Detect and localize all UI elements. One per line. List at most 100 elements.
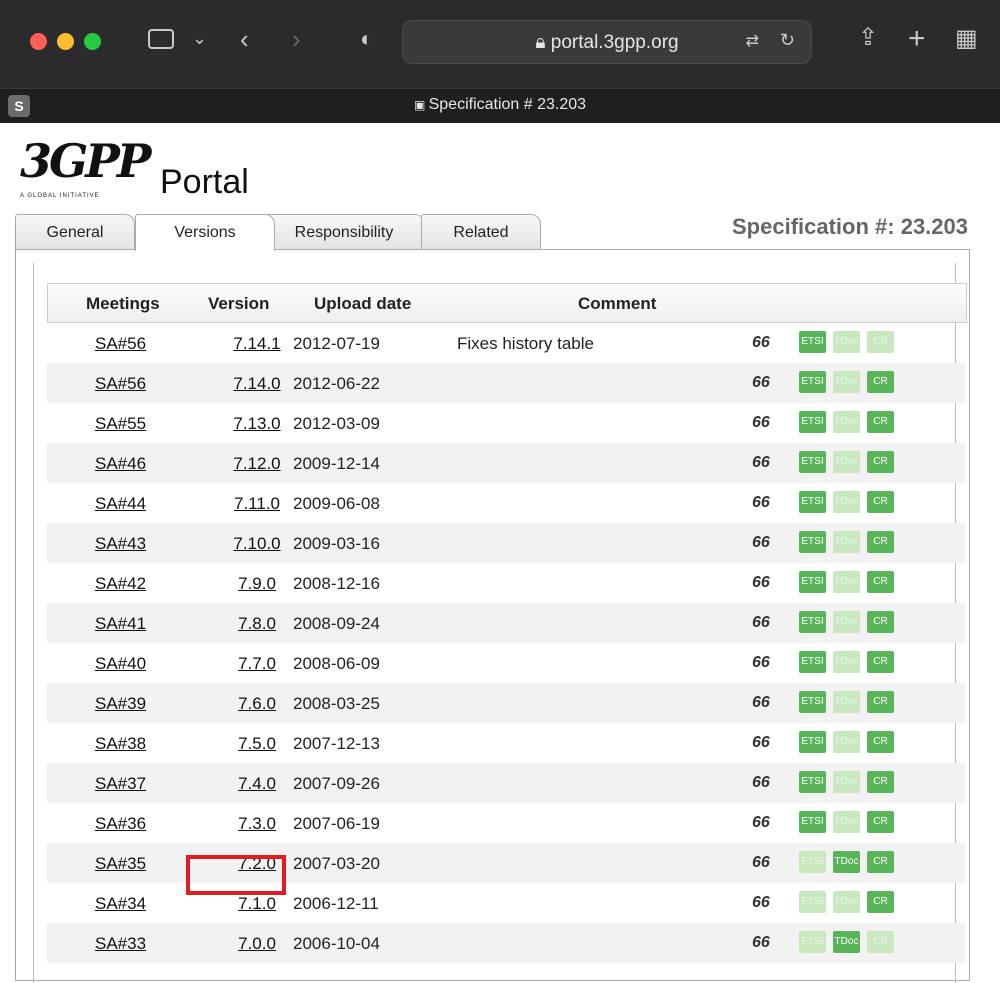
etsi-badge[interactable]: ETSI — [799, 451, 826, 473]
share-icon[interactable]: ⇪ — [858, 26, 878, 50]
version-link[interactable]: 7.6.0 — [217, 694, 297, 714]
glasses-icon[interactable]: 66 — [752, 374, 770, 392]
cr-badge[interactable]: CR — [867, 851, 894, 873]
version-link[interactable]: 7.9.0 — [217, 574, 297, 594]
glasses-icon[interactable]: 66 — [752, 854, 770, 872]
version-link[interactable]: 7.13.0 — [217, 414, 297, 434]
tab-versions[interactable]: Versions — [135, 214, 275, 251]
version-link[interactable]: 7.5.0 — [217, 734, 297, 754]
version-link[interactable]: 7.14.1 — [217, 334, 297, 354]
table-row: SA#42 7.9.0 2008-12-16 66 ETSI TDoc CR — [47, 563, 965, 603]
glasses-icon[interactable]: 66 — [752, 814, 770, 832]
shield-icon[interactable]: ◐ — [360, 28, 373, 50]
chevron-down-icon[interactable]: ⌄ — [192, 29, 207, 47]
meeting-link[interactable]: SA#44 — [95, 494, 146, 514]
new-tab-icon[interactable]: + — [908, 24, 926, 54]
active-tab[interactable]: ▣ Specification # 23.203 — [0, 96, 1000, 114]
glasses-icon[interactable]: 66 — [752, 534, 770, 552]
version-link[interactable]: 7.0.0 — [217, 934, 297, 954]
forward-icon[interactable]: › — [292, 26, 301, 52]
tab-overview-icon[interactable]: ▦ — [955, 27, 978, 51]
glasses-icon[interactable]: 66 — [752, 694, 770, 712]
meeting-link[interactable]: SA#36 — [95, 814, 146, 834]
meeting-link[interactable]: SA#39 — [95, 694, 146, 714]
tab-general[interactable]: General — [15, 214, 135, 249]
meeting-link[interactable]: SA#37 — [95, 774, 146, 794]
cr-badge[interactable]: CR — [867, 811, 894, 833]
meeting-link[interactable]: SA#55 — [95, 414, 146, 434]
glasses-icon[interactable]: 66 — [752, 654, 770, 672]
glasses-icon[interactable]: 66 — [752, 454, 770, 472]
glasses-icon[interactable]: 66 — [752, 774, 770, 792]
etsi-badge[interactable]: ETSI — [799, 331, 826, 353]
version-link[interactable]: 7.12.0 — [217, 454, 297, 474]
etsi-badge[interactable]: ETSI — [799, 491, 826, 513]
glasses-icon[interactable]: 66 — [752, 574, 770, 592]
etsi-badge[interactable]: ETSI — [799, 571, 826, 593]
cr-badge[interactable]: CR — [867, 611, 894, 633]
upload-date: 2012-07-19 — [293, 334, 380, 353]
tdoc-badge: TDoc — [833, 371, 860, 393]
version-link[interactable]: 7.1.0 — [217, 894, 297, 914]
etsi-badge[interactable]: ETSI — [799, 651, 826, 673]
close-window-button[interactable] — [30, 33, 47, 50]
back-icon[interactable]: ‹ — [240, 26, 249, 52]
reload-icon[interactable]: ↻ — [780, 30, 795, 51]
glasses-icon[interactable]: 66 — [752, 334, 770, 352]
glasses-icon[interactable]: 66 — [752, 614, 770, 632]
cr-badge[interactable]: CR — [867, 651, 894, 673]
version-link[interactable]: 7.7.0 — [217, 654, 297, 674]
minimize-window-button[interactable] — [57, 33, 74, 50]
meeting-link[interactable]: SA#46 — [95, 454, 146, 474]
sidebar-toggle-icon[interactable] — [148, 29, 174, 49]
glasses-icon[interactable]: 66 — [752, 414, 770, 432]
version-link[interactable]: 7.8.0 — [217, 614, 297, 634]
version-link[interactable]: 7.10.0 — [217, 534, 297, 554]
cr-badge[interactable]: CR — [867, 691, 894, 713]
meeting-link[interactable]: SA#41 — [95, 614, 146, 634]
version-link[interactable]: 7.11.0 — [217, 494, 297, 514]
etsi-badge[interactable]: ETSI — [799, 371, 826, 393]
glasses-icon[interactable]: 66 — [752, 934, 770, 952]
meeting-link[interactable]: SA#40 — [95, 654, 146, 674]
version-link[interactable]: 7.14.0 — [217, 374, 297, 394]
etsi-badge[interactable]: ETSI — [799, 691, 826, 713]
cr-badge[interactable]: CR — [867, 451, 894, 473]
version-link[interactable]: 7.3.0 — [217, 814, 297, 834]
cr-badge[interactable]: CR — [867, 371, 894, 393]
meeting-link[interactable]: SA#42 — [95, 574, 146, 594]
glasses-icon[interactable]: 66 — [752, 894, 770, 912]
glasses-icon[interactable]: 66 — [752, 494, 770, 512]
cr-badge[interactable]: CR — [867, 771, 894, 793]
meeting-link[interactable]: SA#56 — [95, 334, 146, 354]
etsi-badge[interactable]: ETSI — [799, 411, 826, 433]
meeting-link[interactable]: SA#56 — [95, 374, 146, 394]
tdoc-badge[interactable]: TDoc — [833, 851, 860, 873]
version-link[interactable]: 7.4.0 — [217, 774, 297, 794]
3gpp-logo[interactable]: 3GPP — [20, 134, 151, 188]
cr-badge[interactable]: CR — [867, 491, 894, 513]
meeting-link[interactable]: SA#35 — [95, 854, 146, 874]
glasses-icon[interactable]: 66 — [752, 734, 770, 752]
etsi-badge[interactable]: ETSI — [799, 611, 826, 633]
cr-badge[interactable]: CR — [867, 891, 894, 913]
etsi-badge[interactable]: ETSI — [799, 731, 826, 753]
translate-icon[interactable]: ⇄ — [746, 31, 759, 51]
zoom-window-button[interactable] — [84, 33, 101, 50]
meeting-link[interactable]: SA#43 — [95, 534, 146, 554]
meeting-link[interactable]: SA#33 — [95, 934, 146, 954]
etsi-badge[interactable]: ETSI — [799, 771, 826, 793]
tdoc-badge[interactable]: TDoc — [833, 931, 860, 953]
tdoc-badge: TDoc — [833, 891, 860, 913]
tab-related[interactable]: Related — [421, 214, 541, 249]
cr-badge[interactable]: CR — [867, 531, 894, 553]
cr-badge[interactable]: CR — [867, 411, 894, 433]
address-bar[interactable]: 🔒︎ portal.3gpp.org ⇄ ↻ — [402, 20, 812, 64]
tab-responsibility[interactable]: Responsibility — [263, 214, 425, 249]
cr-badge[interactable]: CR — [867, 571, 894, 593]
etsi-badge[interactable]: ETSI — [799, 811, 826, 833]
cr-badge[interactable]: CR — [867, 731, 894, 753]
etsi-badge[interactable]: ETSI — [799, 531, 826, 553]
meeting-link[interactable]: SA#34 — [95, 894, 146, 914]
meeting-link[interactable]: SA#38 — [95, 734, 146, 754]
